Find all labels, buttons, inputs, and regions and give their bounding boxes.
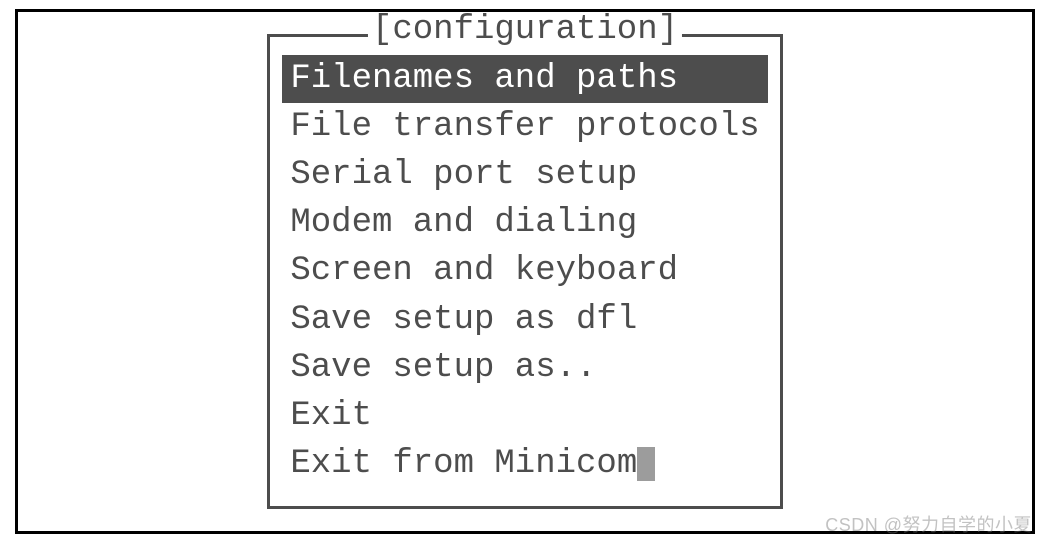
menu-item-exit-from-minicom[interactable]: Exit from Minicom [282, 440, 767, 488]
menu-item-label: Serial port setup [290, 156, 637, 194]
menu-item-label: Save setup as dfl [290, 301, 637, 339]
cursor-icon [637, 447, 655, 481]
menu-item-label: Modem and dialing [290, 204, 637, 242]
menu-item-exit[interactable]: Exit [282, 392, 767, 440]
menu-item-filenames-and-paths[interactable]: Filenames and paths [282, 55, 767, 103]
menu-item-serial-port-setup[interactable]: Serial port setup [282, 151, 767, 199]
menu-list: Filenames and paths File transfer protoc… [282, 55, 767, 489]
menu-item-modem-and-dialing[interactable]: Modem and dialing [282, 199, 767, 247]
menu-item-label: Filenames and paths [290, 60, 678, 98]
menu-item-label: Exit from Minicom [290, 445, 637, 483]
menu-item-screen-and-keyboard[interactable]: Screen and keyboard [282, 247, 767, 295]
menu-item-label: Screen and keyboard [290, 252, 678, 290]
menu-item-save-setup-as-dfl[interactable]: Save setup as dfl [282, 296, 767, 344]
menu-item-file-transfer-protocols[interactable]: File transfer protocols [282, 103, 767, 151]
menu-title: [configuration] [368, 13, 682, 47]
menu-item-save-setup-as[interactable]: Save setup as.. [282, 344, 767, 392]
menu-item-label: Save setup as.. [290, 349, 596, 387]
configuration-menu: [configuration] Filenames and paths File… [267, 34, 782, 510]
menu-item-label: File transfer protocols [290, 108, 759, 146]
terminal-frame: [configuration] Filenames and paths File… [15, 9, 1035, 534]
menu-item-label: Exit [290, 397, 372, 435]
